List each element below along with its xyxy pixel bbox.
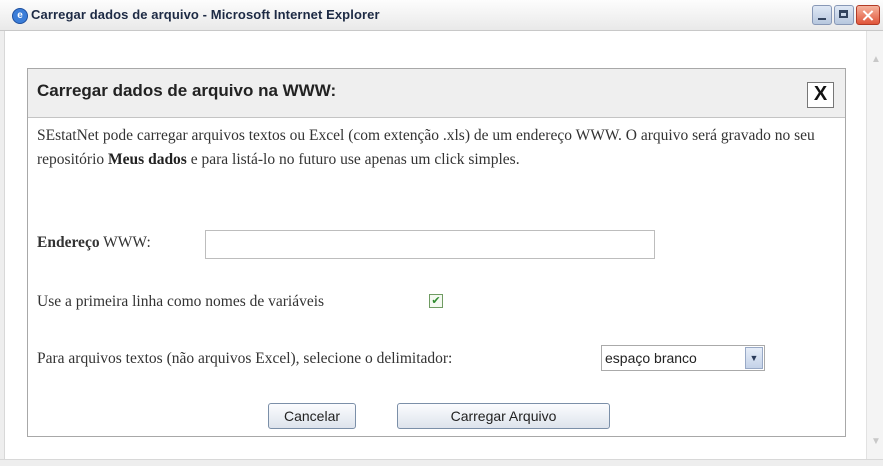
dialog-title: Carregar dados de arquivo na WWW: <box>37 81 337 100</box>
address-label-rest: WWW: <box>99 234 151 251</box>
cancel-button[interactable]: Cancelar <box>268 403 356 429</box>
delimiter-select[interactable]: espaço branco ▼ <box>601 345 765 371</box>
ie-page-icon: e <box>12 8 28 24</box>
delimiter-label: Para arquivos textos (não arquivos Excel… <box>37 350 453 367</box>
chevron-down-icon[interactable]: ▼ <box>745 347 763 369</box>
my-data-label: Meus dados <box>108 151 187 168</box>
minimize-icon[interactable] <box>812 5 832 25</box>
close-icon[interactable] <box>856 5 880 25</box>
load-file-button[interactable]: Carregar Arquivo <box>397 403 610 429</box>
first-line-checkbox[interactable]: ✔ <box>429 294 443 308</box>
scroll-down-arrow-icon[interactable]: ▼ <box>871 437 881 447</box>
scroll-up-arrow-icon[interactable]: ▲ <box>871 55 881 65</box>
maximize-icon[interactable] <box>834 5 854 25</box>
url-input[interactable] <box>205 230 655 259</box>
window-frame-left <box>0 31 5 465</box>
description-text-2: e para listá-lo no futuro use apenas um … <box>186 151 520 168</box>
address-label-bold: Endereço <box>37 234 100 251</box>
vertical-scrollbar[interactable]: ▲ ▼ <box>866 31 883 459</box>
delimiter-selected-value: espaço branco <box>605 350 697 366</box>
dialog-header: Carregar dados de arquivo na WWW: X <box>28 69 845 118</box>
address-label: Endereço WWW: <box>37 231 151 255</box>
dialog-description: SEstatNet pode carregar arquivos textos … <box>37 124 841 172</box>
dialog-close-button[interactable]: X <box>807 82 834 108</box>
load-file-dialog: Carregar dados de arquivo na WWW: X SEst… <box>27 68 846 437</box>
first-line-label: Use a primeira linha como nomes de variá… <box>37 293 325 310</box>
window-title-bar[interactable]: e Carregar dados de arquivo - Microsoft … <box>0 0 883 31</box>
window-title: Carregar dados de arquivo - Microsoft In… <box>31 7 380 22</box>
